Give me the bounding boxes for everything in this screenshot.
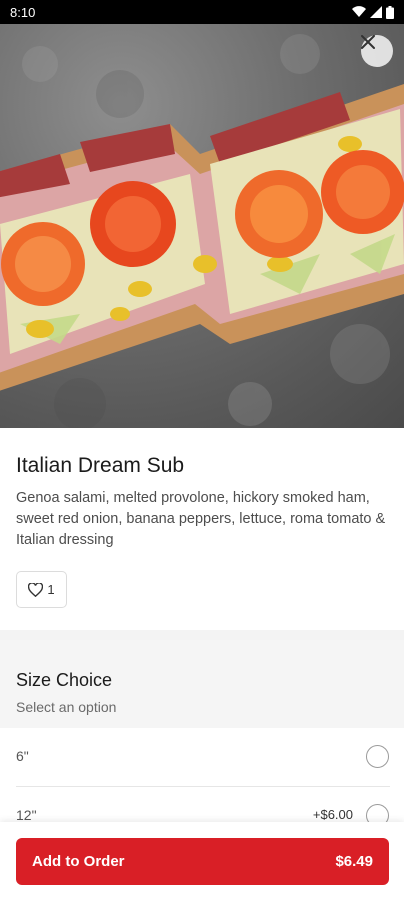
close-button[interactable]	[361, 35, 393, 67]
size-option-label: 12"	[16, 807, 37, 823]
add-to-order-label: Add to Order	[32, 853, 125, 870]
size-choice-header: Size Choice Select an option	[0, 640, 404, 728]
item-description: Genoa salami, melted provolone, hickory …	[16, 490, 386, 548]
size-option-6[interactable]: 6"	[0, 728, 404, 786]
size-choice-subheading: Select an option	[16, 699, 117, 715]
status-icons	[352, 5, 394, 19]
item-title: Italian Dream Sub	[16, 454, 185, 477]
like-count: 1	[47, 582, 55, 597]
size-option-price: +$6.00	[312, 807, 353, 822]
signal-icon	[370, 6, 382, 18]
sandwich-illustration	[0, 34, 404, 428]
item-details: Italian Dream Sub Genoa salami, melted p…	[0, 428, 404, 630]
bottom-bar: Add to Order $6.49	[0, 822, 404, 900]
section-divider	[0, 630, 404, 640]
heart-icon	[28, 582, 44, 597]
order-total: $6.49	[335, 853, 373, 870]
add-to-order-button[interactable]: Add to Order $6.49	[16, 838, 389, 885]
size-choice-heading: Size Choice	[16, 670, 113, 690]
wifi-icon	[352, 6, 366, 18]
status-time: 8:10	[10, 4, 36, 20]
size-option-label: 6"	[16, 748, 29, 764]
item-image	[0, 24, 404, 428]
battery-icon	[386, 5, 394, 19]
close-icon	[361, 35, 375, 49]
like-button[interactable]: 1	[16, 571, 67, 608]
size-option-radio[interactable]	[366, 745, 389, 768]
status-bar: 8:10	[0, 0, 404, 24]
